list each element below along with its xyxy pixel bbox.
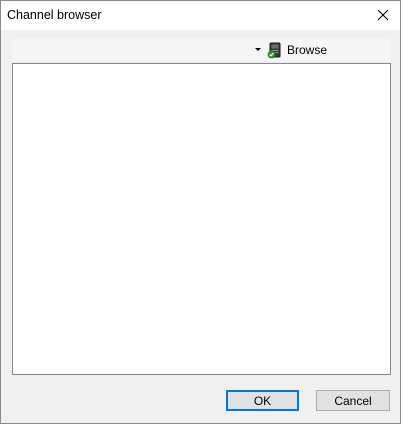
- dropdown-arrow-icon[interactable]: [255, 48, 261, 51]
- channel-browser-dialog: Channel browser Browse OK Cancel: [0, 0, 401, 424]
- browse-device-icon: [267, 42, 284, 59]
- browse-label: Browse: [287, 43, 328, 57]
- title-bar[interactable]: Channel browser: [1, 1, 400, 30]
- channel-list[interactable]: [12, 63, 391, 375]
- ok-button[interactable]: OK: [226, 390, 299, 411]
- browse-button[interactable]: Browse: [266, 40, 336, 60]
- close-icon: [377, 9, 389, 21]
- close-button[interactable]: [366, 1, 400, 30]
- window-title: Channel browser: [7, 8, 102, 22]
- cancel-button[interactable]: Cancel: [316, 390, 390, 411]
- toolbar: Browse: [12, 39, 391, 61]
